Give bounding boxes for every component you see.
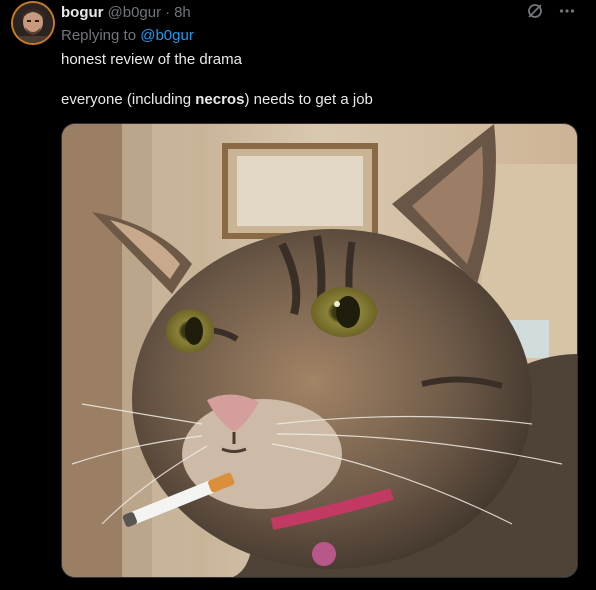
avatar-image <box>13 3 53 43</box>
separator: · <box>165 3 171 21</box>
replying-to: Replying to @b0gur <box>61 27 194 44</box>
tweet-text-line-1: honest review of the drama <box>61 51 242 68</box>
cat-image <box>62 124 577 577</box>
timestamp[interactable]: 8h <box>174 4 191 21</box>
tweet-text-part: ) needs to get a job <box>244 91 373 108</box>
more-icon[interactable] <box>558 2 576 25</box>
tweet-text-bold: necros <box>195 91 245 108</box>
display-name[interactable]: bogur <box>61 4 104 21</box>
tweet-header: bogur @b0gur · 8h <box>61 3 191 21</box>
user-handle[interactable]: @b0gur <box>108 4 162 21</box>
tweet-text-part: everyone (including <box>61 91 196 108</box>
replying-handle-link[interactable]: @b0gur <box>140 27 194 44</box>
grok-icon[interactable] <box>526 2 544 25</box>
tweet-actions <box>526 2 576 25</box>
tweet-media[interactable] <box>61 123 578 578</box>
replying-prefix: Replying to <box>61 27 137 44</box>
avatar[interactable] <box>13 3 53 43</box>
tweet-text-line-2: everyone (including necros) needs to get… <box>61 91 373 108</box>
